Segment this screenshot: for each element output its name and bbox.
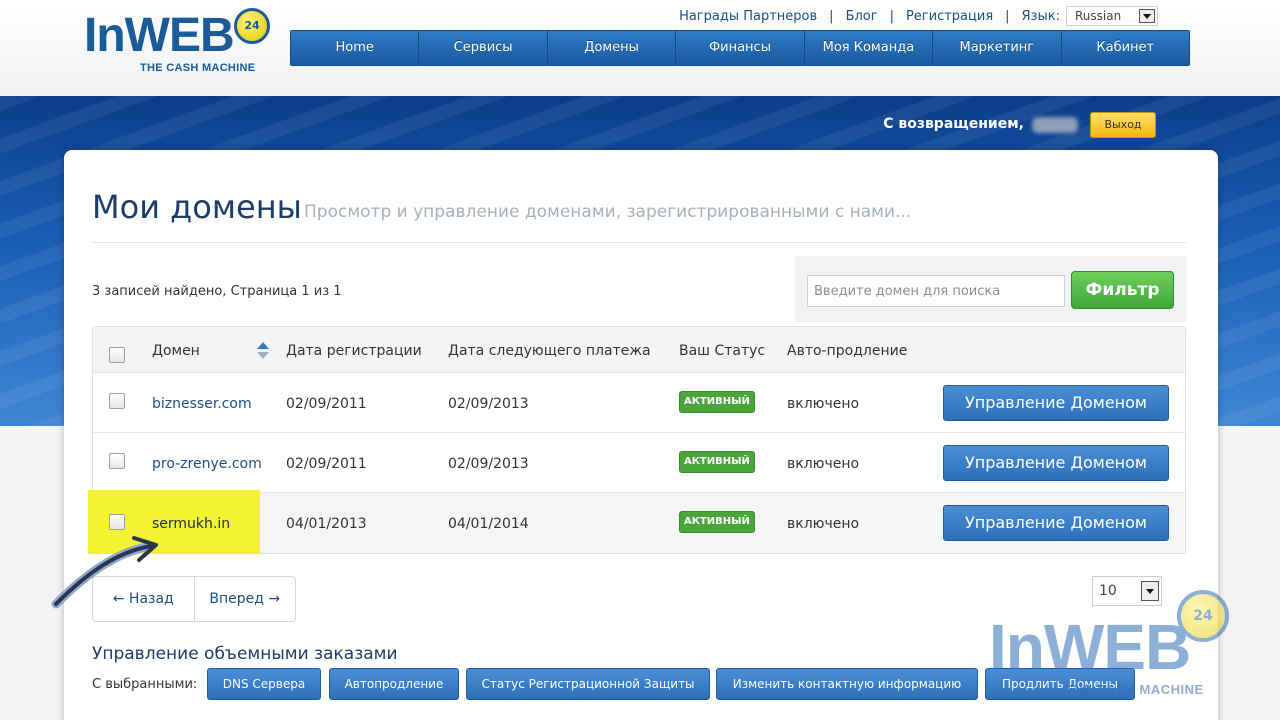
auto-renew-value: включено: [787, 456, 860, 472]
bulk-contact-button[interactable]: Изменить контактную информацию: [716, 668, 978, 700]
reg-date: 02/09/2011: [286, 396, 367, 412]
username-blurred: [1032, 117, 1078, 133]
page-subtitle: Просмотр и управление доменами, зарегист…: [304, 202, 912, 222]
manage-domain-button[interactable]: Управление Доменом: [943, 445, 1169, 481]
auto-renew-value: включено: [787, 396, 860, 412]
bulk-autorenew-button[interactable]: Автопродление: [329, 668, 459, 700]
divider: [92, 242, 1186, 243]
language-value: Russian: [1075, 9, 1122, 23]
reg-date: 04/01/2013: [286, 516, 367, 532]
nav-finance[interactable]: Финансы: [676, 31, 805, 65]
domain-link[interactable]: biznesser.com: [152, 396, 252, 412]
filter-button[interactable]: Фильтр: [1071, 271, 1174, 309]
header-next-payment[interactable]: Дата следующего платежа: [448, 343, 651, 359]
top-links: Награды Партнеров | Блог | Регистрация |…: [679, 5, 1158, 27]
next-payment-date: 02/09/2013: [448, 456, 529, 472]
status-badge: АКТИВНЫЙ: [679, 451, 755, 473]
next-payment-date: 02/09/2013: [448, 396, 529, 412]
watermark-badge: 24: [1177, 590, 1229, 642]
annotation-arrow-icon: [51, 536, 158, 609]
nav-services[interactable]: Сервисы: [419, 31, 548, 65]
manage-domain-button[interactable]: Управление Доменом: [943, 505, 1169, 541]
logo-text: InWEB: [84, 9, 235, 62]
row-checkbox[interactable]: [109, 514, 125, 530]
table-header: Домен Дата регистрации Дата следующего п…: [93, 327, 1185, 373]
bulk-protection-button[interactable]: Статус Регистрационной Защиты: [466, 668, 710, 700]
bulk-title: Управление объемными заказами: [92, 644, 398, 664]
search-input[interactable]: [807, 275, 1065, 307]
status-badge: АКТИВНЫЙ: [679, 511, 755, 533]
select-all-checkbox[interactable]: [109, 347, 125, 363]
nav-cabinet[interactable]: Кабинет: [1062, 31, 1189, 65]
manage-domain-button[interactable]: Управление Доменом: [943, 385, 1169, 421]
header-domain[interactable]: Домен: [152, 343, 200, 359]
domain-link[interactable]: pro-zrenye.com: [152, 456, 262, 472]
search-box: Фильтр: [795, 256, 1187, 322]
logout-button[interactable]: Выход: [1090, 112, 1156, 138]
sort-icon[interactable]: [257, 342, 269, 360]
records-count: 3 записей найдено, Страница 1 из 1: [92, 284, 342, 299]
language-label: Язык:: [1021, 8, 1060, 24]
logo-badge: 24: [234, 8, 270, 44]
auto-renew-value: включено: [787, 516, 860, 532]
main-nav: Home Сервисы Домены Финансы Моя Команда …: [290, 30, 1190, 66]
toplink-registration[interactable]: Регистрация: [906, 9, 993, 24]
toplink-partner-rewards[interactable]: Награды Партнеров: [679, 9, 817, 24]
site-header: InWEB 24 THE CASH MACHINE Награды Партне…: [0, 0, 1280, 96]
page-title: Мои домены: [92, 188, 302, 226]
header-auto-renew[interactable]: Авто-продление: [787, 343, 907, 359]
bulk-dns-button[interactable]: DNS Сервера: [207, 668, 321, 700]
toplink-blog[interactable]: Блог: [846, 9, 878, 24]
next-payment-date: 04/01/2014: [448, 516, 529, 532]
welcome-text: С возвращением,: [883, 116, 1024, 132]
bulk-label: С выбранными:: [92, 677, 198, 692]
domain-link[interactable]: sermukh.in: [152, 516, 230, 532]
nav-domains[interactable]: Домены: [548, 31, 677, 65]
table-row: biznesser.com 02/09/2011 02/09/2013 АКТИ…: [93, 373, 1185, 433]
nav-team[interactable]: Моя Команда: [805, 31, 934, 65]
table-row: pro-zrenye.com 02/09/2011 02/09/2013 АКТ…: [93, 433, 1185, 493]
watermark-tagline: THE CASH MACHINE: [1065, 682, 1204, 697]
site-logo[interactable]: InWEB 24 THE CASH MACHINE: [84, 6, 284, 76]
nav-marketing[interactable]: Маркетинг: [933, 31, 1062, 65]
status-badge: АКТИВНЫЙ: [679, 391, 755, 413]
row-checkbox[interactable]: [109, 393, 125, 409]
next-page-button[interactable]: Вперед →: [195, 577, 296, 621]
watermark-text: InWEB: [989, 611, 1191, 683]
watermark-logo: InWEB 24 THE CASH MACHINE: [985, 590, 1245, 700]
header-reg-date[interactable]: Дата регистрации: [286, 343, 422, 359]
reg-date: 02/09/2011: [286, 456, 367, 472]
nav-home[interactable]: Home: [291, 31, 420, 65]
header-status[interactable]: Ваш Статус: [679, 343, 765, 359]
row-checkbox[interactable]: [109, 453, 125, 469]
logo-tagline: THE CASH MACHINE: [140, 62, 256, 74]
chevron-down-icon: [1139, 9, 1155, 23]
language-select[interactable]: Russian: [1066, 6, 1158, 26]
